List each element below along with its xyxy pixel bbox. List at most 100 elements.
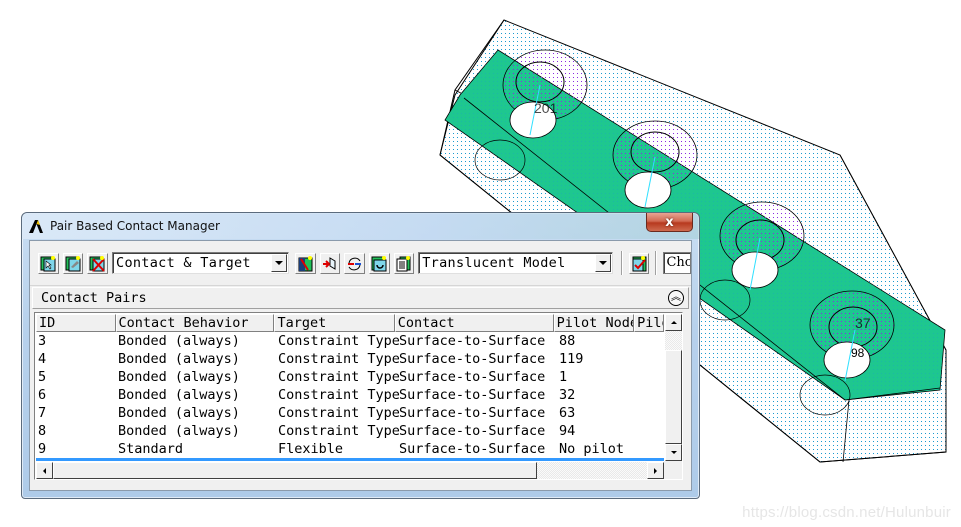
- cell-behavior: Standard: [116, 458, 276, 461]
- model-label-2: 37: [855, 315, 871, 331]
- table-row[interactable]: 5 Bonded (always) Constraint Type Surface-t…: [36, 368, 664, 386]
- table-row[interactable]: 7 Bonded (always) Constraint Type Surface-t…: [36, 404, 664, 422]
- contact-pairs-header: Contact Pairs ︽: [32, 287, 689, 309]
- flip-contact-icon: [323, 256, 336, 270]
- section-title: Contact Pairs: [41, 290, 147, 306]
- view-filter-dropdown[interactable]: Contact & Target: [112, 252, 289, 274]
- cell-behavior: Standard: [118, 441, 184, 457]
- cell-contact: Surface-to-Surface: [399, 387, 546, 403]
- scroll-left-button[interactable]: [36, 462, 53, 479]
- delete-contact-icon: [89, 255, 105, 272]
- toolbar-separator: [655, 251, 658, 275]
- scroll-down-button[interactable]: [665, 444, 682, 461]
- choose-field[interactable]: Cho: [663, 252, 692, 274]
- cell-id: 3: [38, 333, 47, 349]
- close-button[interactable]: x: [646, 213, 693, 232]
- cell-contact: Surface-to-Surface: [399, 369, 546, 385]
- collapse-up-icon[interactable]: ︽: [668, 290, 684, 306]
- cell-contact: Surface-to-Surface: [399, 333, 546, 349]
- title-bar[interactable]: Pair Based Contact Manager x: [22, 213, 699, 239]
- cell-target: Flexible: [276, 458, 397, 461]
- contact-wizard-button[interactable]: [294, 252, 316, 274]
- display-mode-dropdown[interactable]: Translucent Model: [418, 252, 613, 274]
- toolbar-separator: [620, 251, 623, 275]
- cell-pilot-node: 119: [559, 351, 584, 367]
- cell-id: 9: [38, 441, 47, 457]
- column-header-id[interactable]: ID: [36, 314, 116, 332]
- cell-pilot-node: 1: [559, 369, 568, 385]
- plot-contact-button[interactable]: [368, 252, 390, 274]
- cell-pilot-node: No pilot: [559, 441, 625, 457]
- edit-contact-button[interactable]: [62, 252, 84, 274]
- edit-contact-icon: [65, 255, 80, 271]
- toolbar: Contact & Target Translucent Model Cho: [30, 241, 692, 286]
- cell-behavior: Bonded (always): [118, 387, 240, 403]
- cell-id: 5: [38, 369, 47, 385]
- cell-behavior: Bonded (always): [118, 405, 240, 421]
- cell-id: 4: [38, 351, 47, 367]
- delete-contact-button[interactable]: [87, 252, 109, 274]
- cell-contact: Surface-to-Surface: [399, 423, 546, 439]
- cell-id: 10: [36, 458, 116, 461]
- cell-id: 8: [38, 423, 47, 439]
- initial-contact-status-icon: [632, 255, 647, 271]
- cell-contact: Surface-to-Surface: [399, 441, 546, 457]
- cell-contact: Surface-to-Surface: [399, 351, 546, 367]
- watermark: https://blog.csdn.net/Hulunbuir: [742, 504, 951, 521]
- ansys-logo-icon: [29, 220, 43, 233]
- column-header-pilot[interactable]: Pilot: [634, 314, 664, 332]
- view-filter-value: Contact & Target: [116, 255, 251, 271]
- check-contact-button[interactable]: [344, 252, 365, 274]
- scroll-up-button[interactable]: [665, 314, 682, 331]
- model-label-3: 98: [851, 346, 865, 360]
- table-row[interactable]: 3 Bonded (always) Constraint Type Surface-t…: [36, 332, 664, 350]
- window-title: Pair Based Contact Manager: [50, 219, 220, 233]
- cell-target: Constraint Type: [278, 387, 400, 403]
- scroll-right-button[interactable]: [647, 462, 664, 479]
- cell-id: 6: [38, 387, 47, 403]
- cell-behavior: Bonded (always): [118, 423, 240, 439]
- column-header-pilot-node[interactable]: Pilot Node: [553, 314, 635, 332]
- cell-pilot-node: No pilot: [557, 458, 638, 461]
- flip-contact-button[interactable]: [319, 252, 341, 274]
- cell-target: Constraint Type: [278, 351, 400, 367]
- chevron-down-icon[interactable]: [270, 254, 287, 272]
- column-header-behavior[interactable]: Contact Behavior: [115, 314, 275, 332]
- display-mode-value: Translucent Model: [422, 255, 566, 271]
- cell-behavior: Bonded (always): [118, 369, 240, 385]
- cell-pilot-node: 32: [559, 387, 576, 403]
- contact-pairs-table: ID Contact Behavior Target Contact Pilot…: [34, 312, 683, 480]
- cell-pilot-node: 88: [559, 333, 576, 349]
- cell-contact: Surface-to-Surface: [397, 458, 557, 461]
- table-body: 3 Bonded (always) Constraint Type Surface-t…: [36, 332, 664, 461]
- horizontal-scroll-thumb[interactable]: [53, 462, 537, 479]
- plot-contact-icon: [371, 255, 387, 271]
- list-contact-icon: [396, 255, 411, 271]
- table-row[interactable]: 8 Bonded (always) Constraint Type Surface-t…: [36, 422, 664, 440]
- table-row[interactable]: 6 Bonded (always) Constraint Type Surface-t…: [36, 386, 664, 404]
- initial-contact-status-button[interactable]: [628, 252, 650, 274]
- cell-contact: Surface-to-Surface: [399, 405, 546, 421]
- table-row[interactable]: 10StandardFlexibleSurface-to-SurfaceNo p…: [36, 458, 664, 461]
- column-header-target[interactable]: Target: [274, 314, 395, 332]
- cell-id: 7: [38, 405, 47, 421]
- list-contact-button[interactable]: [393, 252, 415, 274]
- cell-target: Constraint Type: [278, 333, 400, 349]
- window-client: Contact & Target Translucent Model Cho C…: [29, 240, 692, 491]
- column-header-contact[interactable]: Contact: [394, 314, 554, 332]
- horizontal-scrollbar[interactable]: [36, 462, 664, 479]
- vertical-scroll-thumb[interactable]: [665, 350, 682, 444]
- vertical-scrollbar[interactable]: [665, 314, 682, 461]
- cell-pilot-node: 94: [559, 423, 576, 439]
- table-row[interactable]: 9 Standard Flexible Surface-to-Surface No pi…: [36, 440, 664, 458]
- select-entities-button[interactable]: [38, 252, 59, 274]
- contact-wizard-icon: [298, 255, 313, 271]
- cell-behavior: Bonded (always): [118, 333, 240, 349]
- cell-target: Constraint Type: [278, 405, 400, 421]
- chevron-down-icon[interactable]: [594, 254, 611, 272]
- check-contact-icon: [348, 257, 362, 270]
- scroll-corner: [664, 461, 682, 479]
- contact-manager-window: Pair Based Contact Manager x Contact & T…: [21, 212, 700, 499]
- table-row[interactable]: 4 Bonded (always) Constraint Type Surface-t…: [36, 350, 664, 368]
- cell-target: Flexible: [278, 441, 344, 457]
